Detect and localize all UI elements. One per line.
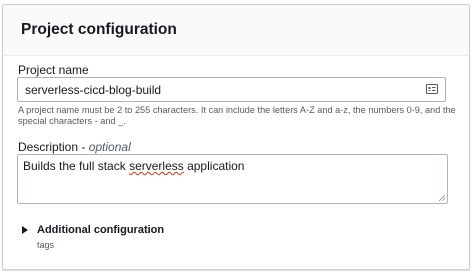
caret-right-icon xyxy=(22,226,28,234)
description-label-text: Description xyxy=(18,140,79,154)
panel-title: Project configuration xyxy=(21,21,177,38)
resize-grip-icon[interactable] xyxy=(439,195,445,201)
additional-configuration-label: Additional configuration xyxy=(37,224,165,236)
description-text-before: Builds the full stack xyxy=(23,159,130,173)
description-label: Description - optional xyxy=(18,140,131,154)
project-name-help-text: A project name must be 2 to 255 characte… xyxy=(18,105,456,126)
description-label-separator: - xyxy=(78,140,89,154)
description-text-after: application xyxy=(183,159,245,173)
list-card-icon xyxy=(426,84,438,94)
misspelled-word: serverless xyxy=(129,159,184,173)
optional-tag: optional xyxy=(88,140,131,154)
panel-header: Project configuration xyxy=(3,5,469,56)
project-name-value: serverless-cicd-blog-build xyxy=(25,83,162,97)
description-value: Builds the full stack serverless applica… xyxy=(23,159,244,173)
description-textarea[interactable]: Builds the full stack serverless applica… xyxy=(17,154,448,204)
additional-configuration-description: tags xyxy=(37,240,55,250)
project-name-label: Project name xyxy=(18,63,89,77)
project-name-input[interactable]: serverless-cicd-blog-build xyxy=(17,77,446,102)
